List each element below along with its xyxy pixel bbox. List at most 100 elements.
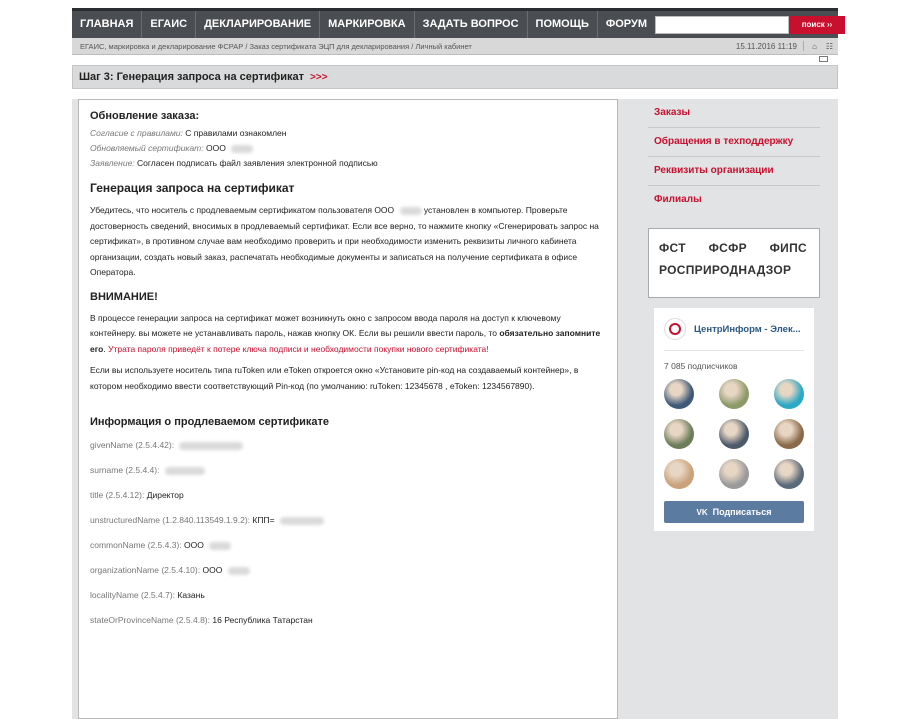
nav-item-egais[interactable]: ЕГАИС [142, 11, 197, 38]
statement-label: Заявление: [90, 158, 135, 168]
avatar[interactable] [719, 379, 749, 409]
attr-row: stateOrProvinceName (2.5.4.8): 16 Респуб… [90, 613, 606, 638]
subscribe-label: Подписаться [712, 507, 772, 517]
fst-logo: ФСТ [659, 241, 686, 255]
subscriber-avatars [664, 379, 804, 489]
attr-key: givenName (2.5.4.42): [90, 440, 175, 450]
search-area: поиск ›› [655, 15, 851, 34]
breadcrumb-text[interactable]: ЕГАИС, маркировка и декларирование ФСРАР… [80, 42, 472, 51]
cert-info-title: Информация о продлеваемом сертификате [90, 416, 330, 428]
avatar[interactable] [774, 379, 804, 409]
avatar[interactable] [774, 459, 804, 489]
attr-row: localityName (2.5.4.7): Казань [90, 588, 606, 613]
avatar[interactable] [774, 419, 804, 449]
avatar[interactable] [664, 379, 694, 409]
sidebar-item-support[interactable]: Обращения в техподдержку [648, 128, 820, 157]
nav-item-marking[interactable]: МАРКИРОВКА [320, 11, 415, 38]
agree-line: Согласие с правилами: С правилами ознако… [90, 126, 606, 141]
attr-row: title (2.5.4.12): Директор [90, 488, 606, 513]
redacted-text [231, 144, 254, 153]
subscribe-button[interactable]: VK Подписаться [664, 501, 804, 523]
step-header: Шаг 3: Генерация запроса на сертификат >… [72, 65, 838, 89]
avatar[interactable] [719, 459, 749, 489]
community-logo-icon[interactable] [664, 318, 686, 340]
nav-item-help[interactable]: ПОМОЩЬ [528, 11, 598, 38]
sidebar-item-orders[interactable]: Заказы [648, 99, 820, 128]
attention-heading: ВНИМАНИЕ! [90, 290, 158, 303]
cert-line: Обновляемый сертификат: ООО [90, 141, 606, 156]
avatar[interactable] [664, 419, 694, 449]
agree-value: С правилами ознакомлен [185, 128, 287, 138]
page-wrapper: ГЛАВНАЯ ЕГАИС ДЕКЛАРИРОВАНИЕ МАРКИРОВКА … [72, 8, 846, 719]
vk-icon: VK [696, 507, 708, 517]
attr-value: ООО [184, 540, 204, 550]
attr-key: organizationName (2.5.4.10): [90, 565, 201, 575]
attr-key: title (2.5.4.12): [90, 490, 145, 500]
instruction-text-b: установлен в компьютер. Проверьте достов… [90, 205, 599, 277]
attr-key: surname (2.5.4.4): [90, 465, 160, 475]
fips-logo: ФИПС [769, 241, 807, 255]
current-date: 15.11.2016 11:19 [735, 41, 797, 51]
rosprirodnadzor-logo: РОСПРИРОДНАДЗОР [659, 263, 792, 277]
instruction-text-a: Убедитесь, что носитель с продлеваемым с… [90, 205, 395, 215]
attr-key: commonName (2.5.4.3): [90, 540, 182, 550]
attr-value: ООО [202, 565, 223, 575]
breadcrumb-tools: 15.11.2016 11:19 ⌂ ☷ [736, 41, 834, 51]
sidebar-item-branches[interactable]: Филиалы [648, 186, 820, 214]
nav-item-forum[interactable]: ФОРУМ [598, 11, 655, 38]
sidebar-item-requisites[interactable]: Реквизиты организации [648, 157, 820, 186]
redacted-text [399, 206, 422, 215]
password-paragraph: В процессе генерации запроса на сертифик… [90, 311, 606, 358]
avatar[interactable] [719, 419, 749, 449]
attr-key: localityName (2.5.4.7): [90, 590, 176, 600]
password-text-dot: . [103, 343, 106, 354]
breadcrumb: ЕГАИС, маркировка и декларирование ФСРАР… [72, 38, 838, 55]
mail-icon[interactable] [819, 56, 828, 62]
redacted-text [209, 541, 232, 550]
cert-value: ООО [206, 143, 226, 153]
redacted-text [179, 441, 244, 450]
nav-item-ask-question[interactable]: ЗАДАТЬ ВОПРОС [415, 11, 528, 38]
redacted-text [164, 466, 205, 475]
attr-key: stateOrProvinceName (2.5.4.8): [90, 615, 210, 625]
attr-row: surname (2.5.4.4): [90, 463, 606, 488]
search-button[interactable]: поиск ›› [789, 15, 846, 34]
agree-label: Согласие с правилами: [90, 128, 183, 138]
step-arrows: >>> [310, 71, 328, 83]
attr-row: unstructuredName (1.2.840.113549.1.9.2):… [90, 513, 606, 538]
sidebar: Заказы Обращения в техподдержку Реквизит… [648, 99, 820, 531]
main-panel: Обновление заказа: Согласие с правилами:… [78, 99, 618, 719]
attr-row: organizationName (2.5.4.10): ООО [90, 563, 606, 588]
instruction-paragraph: Убедитесь, что носитель с продлеваемым с… [90, 203, 606, 281]
attr-key: unstructuredName (1.2.840.113549.1.9.2): [90, 515, 251, 525]
statement-value: Согласен подписать файл заявления электр… [137, 158, 378, 168]
logos-row: ФСТ ФСФР ФИПС [659, 241, 811, 255]
vk-community-widget: ЦентрИнформ - Элек... 7 085 подписчиков … [654, 308, 814, 531]
nav-item-declaration[interactable]: ДЕКЛАРИРОВАНИЕ [196, 11, 321, 38]
password-warning: Утрата пароля приведёт к потере ключа по… [108, 343, 489, 354]
cert-label: Обновляемый сертификат: [90, 143, 204, 153]
update-title: Обновление заказа: [90, 110, 200, 122]
attr-value: КПП= [252, 515, 275, 525]
attr-row: givenName (2.5.4.42): [90, 438, 606, 463]
subscriber-count: 7 085 подписчиков [664, 361, 738, 371]
generation-title: Генерация запроса на сертификат [90, 181, 295, 195]
vk-header: ЦентрИнформ - Элек... [664, 318, 804, 351]
token-paragraph: Если вы используете носитель типа ruToke… [90, 365, 579, 391]
avatar[interactable] [664, 459, 694, 489]
sitemap-icon[interactable]: ☷ [825, 42, 834, 51]
redacted-text [279, 516, 324, 525]
top-navigation: ГЛАВНАЯ ЕГАИС ДЕКЛАРИРОВАНИЕ МАРКИРОВКА … [72, 8, 846, 38]
agency-logos-banner[interactable]: ФСТ ФСФР ФИПС РОСПРИРОДНАДЗОР [648, 228, 820, 298]
fsfr-logo: ФСФР [708, 241, 747, 255]
attr-row: commonName (2.5.4.3): ООО [90, 538, 606, 563]
home-icon[interactable]: ⌂ [810, 42, 819, 51]
statement-line: Заявление: Согласен подписать файл заявл… [90, 156, 606, 171]
community-name[interactable]: ЦентрИнформ - Элек... [694, 324, 801, 335]
nav-item-home[interactable]: ГЛАВНАЯ [72, 11, 143, 38]
step-title: Шаг 3: Генерация запроса на сертификат [79, 71, 305, 83]
password-text-a: В процессе генерации запроса на сертифик… [90, 312, 561, 339]
mail-row [72, 55, 838, 65]
search-input[interactable] [655, 15, 790, 34]
redacted-text [227, 566, 250, 575]
